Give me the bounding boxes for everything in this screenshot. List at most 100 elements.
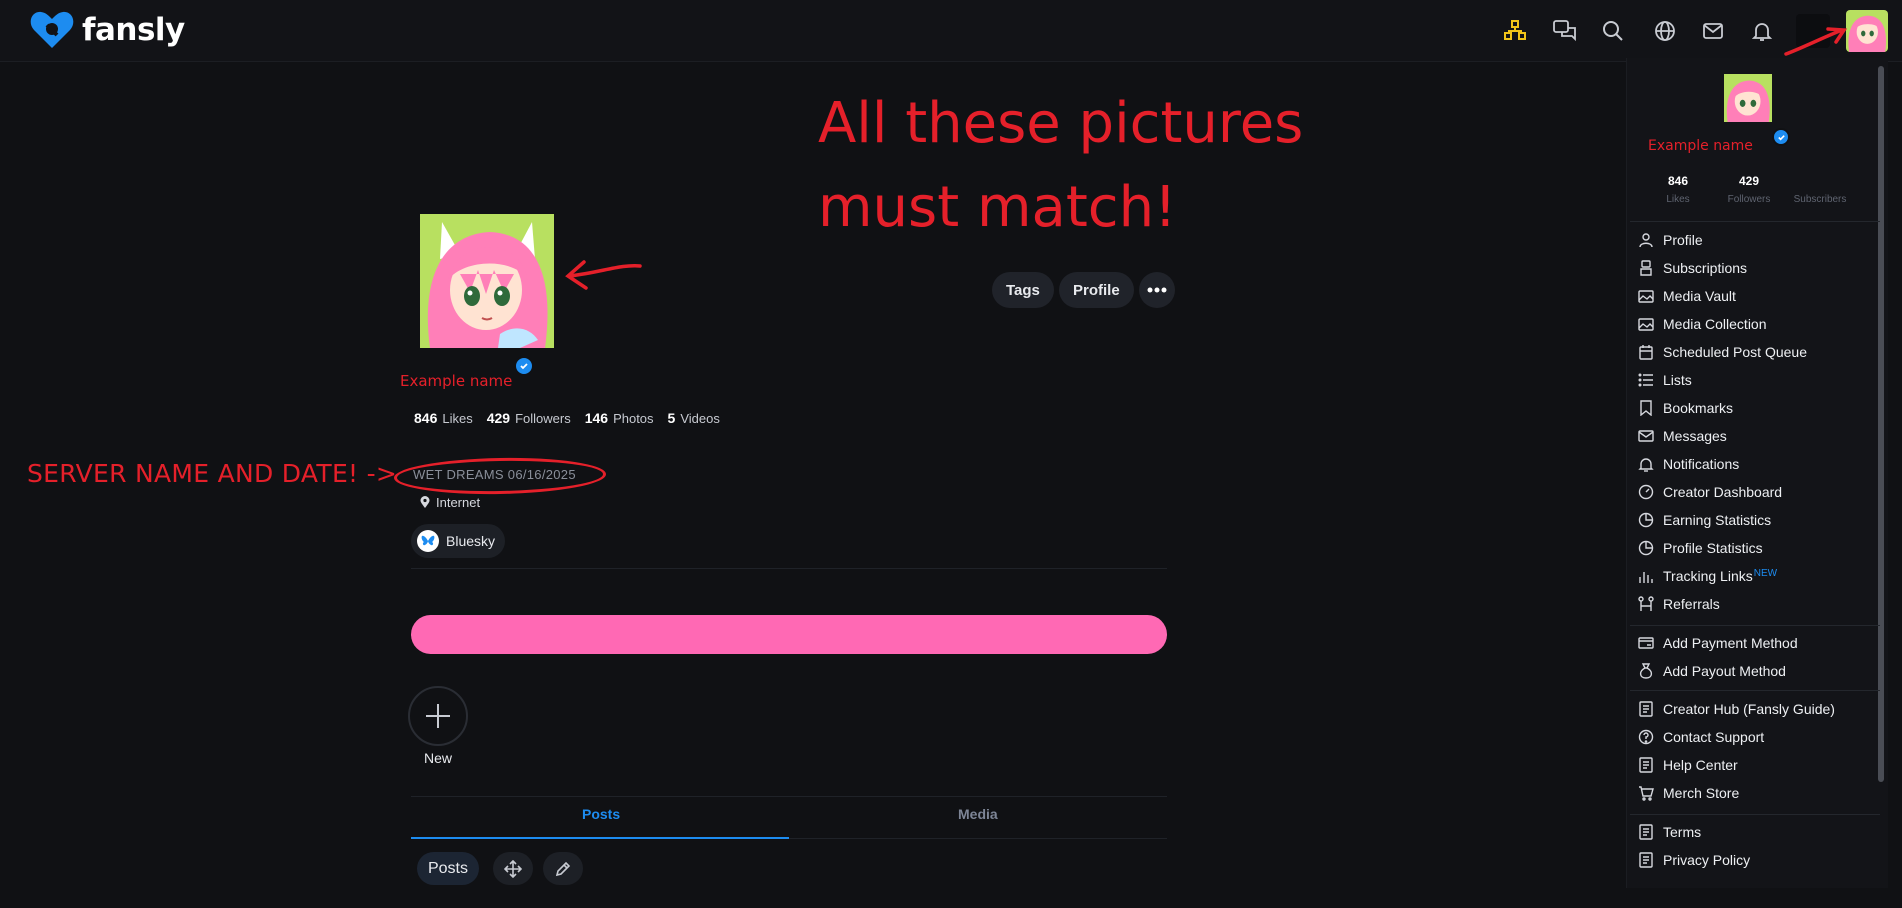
- menu-stat-subscribers[interactable]: Subscribers: [1785, 174, 1855, 205]
- menu-item-label: Merch Store: [1663, 785, 1740, 801]
- tags-button[interactable]: Tags: [992, 272, 1054, 308]
- profile-name: Example name: [400, 372, 513, 390]
- card-icon: [1638, 635, 1654, 651]
- ellipsis-icon: [1147, 287, 1167, 293]
- menu-item-contact-support[interactable]: Contact Support: [1638, 725, 1878, 749]
- reorder-button[interactable]: [493, 852, 533, 885]
- menu-stat-followers[interactable]: 429 Followers: [1714, 174, 1784, 205]
- subscriptions-icon: [1638, 260, 1654, 276]
- menu-item-notifications[interactable]: Notifications: [1638, 452, 1878, 476]
- menu-stat-likes: 846 Likes: [1666, 174, 1690, 205]
- menu-item-help-center[interactable]: Help Center: [1638, 753, 1878, 777]
- bookmark-icon: [1638, 400, 1654, 416]
- menu-item-add-payment-method[interactable]: Add Payment Method: [1638, 631, 1878, 655]
- menu-item-label: Messages: [1663, 428, 1727, 444]
- document-icon: [1638, 824, 1654, 840]
- plus-icon: [426, 704, 450, 728]
- menu-item-add-payout-method[interactable]: Add Payout Method: [1638, 659, 1878, 683]
- menu-item-label: Earning Statistics: [1663, 512, 1772, 528]
- avatar[interactable]: [1846, 10, 1888, 52]
- pencil-icon: [555, 861, 571, 876]
- menu-item-bookmarks[interactable]: Bookmarks: [1638, 396, 1878, 420]
- search-icon[interactable]: [1598, 16, 1628, 46]
- calendar-icon: [1638, 344, 1654, 360]
- menu-item-merch-store[interactable]: Merch Store: [1638, 781, 1878, 805]
- menu-item-media-collection[interactable]: Media Collection: [1638, 312, 1878, 336]
- menu-scrollbar[interactable]: [1878, 66, 1884, 782]
- cart-icon: [1638, 785, 1654, 801]
- move-icon: [504, 859, 522, 878]
- stat-followers[interactable]: 429 Followers: [487, 410, 571, 426]
- bell-icon[interactable]: [1747, 16, 1777, 46]
- menu-item-tracking-links[interactable]: Tracking LinksNEW: [1638, 564, 1878, 588]
- stat-photos[interactable]: 146 Photos: [585, 410, 654, 426]
- menu-item-label: Referrals: [1663, 596, 1720, 612]
- logo-text: fansly: [82, 12, 185, 48]
- image-icon: [1638, 288, 1654, 304]
- dashboard-icon: [1638, 484, 1654, 500]
- menu-item-label: Terms: [1663, 824, 1702, 840]
- more-options-button[interactable]: [1139, 272, 1175, 308]
- posts-filter-button[interactable]: Posts: [417, 852, 479, 885]
- menu-item-terms[interactable]: Terms: [1638, 820, 1878, 844]
- tab-media[interactable]: Media: [958, 806, 998, 822]
- menu-avatar[interactable]: [1724, 74, 1772, 122]
- location-text: Internet: [436, 495, 481, 510]
- pink-banner-bar[interactable]: [411, 615, 1167, 654]
- document-icon: [1638, 852, 1654, 868]
- menu-item-label: Media Collection: [1663, 316, 1767, 332]
- menu-item-profile-statistics[interactable]: Profile Statistics: [1638, 536, 1878, 560]
- annotation-server-label: SERVER NAME AND DATE! ->: [27, 459, 398, 488]
- bluesky-link[interactable]: Bluesky: [411, 524, 506, 558]
- document-icon: [1638, 757, 1654, 773]
- document-icon: [1638, 701, 1654, 717]
- menu-item-earning-statistics[interactable]: Earning Statistics: [1638, 508, 1878, 532]
- menu-item-profile[interactable]: Profile: [1638, 228, 1878, 252]
- annotation-ellipse: [393, 456, 607, 496]
- mail-icon[interactable]: [1698, 16, 1728, 46]
- menu-item-privacy-policy[interactable]: Privacy Policy: [1638, 848, 1878, 872]
- menu-item-label: Creator Dashboard: [1663, 484, 1783, 500]
- bluesky-label: Bluesky: [446, 533, 496, 549]
- menu-item-scheduled-post-queue[interactable]: Scheduled Post Queue: [1638, 340, 1878, 364]
- edit-button[interactable]: [543, 852, 583, 885]
- annotation-arrow-top: [1784, 27, 1848, 56]
- menu-item-label: Lists: [1663, 372, 1692, 388]
- question-icon: [1638, 729, 1654, 745]
- menu-item-subscriptions[interactable]: Subscriptions: [1638, 256, 1878, 280]
- chat-icon[interactable]: [1550, 16, 1580, 46]
- tab-posts[interactable]: Posts: [582, 806, 620, 822]
- annotation-pictures-match: All these pictures must match!: [818, 91, 1304, 240]
- menu-divider: [1630, 690, 1880, 691]
- menu-item-media-vault[interactable]: Media Vault: [1638, 284, 1878, 308]
- menu-item-creator-dashboard[interactable]: Creator Dashboard: [1638, 480, 1878, 504]
- menu-item-label: Profile: [1663, 232, 1703, 248]
- new-story-label: New: [424, 750, 453, 766]
- menu-profile-name: Example name: [1648, 138, 1753, 154]
- pie-chart-icon: [1638, 512, 1654, 528]
- location: Internet: [420, 495, 480, 510]
- new-story-button[interactable]: [408, 686, 468, 746]
- verified-badge-icon: [514, 356, 534, 376]
- menu-item-lists[interactable]: Lists: [1638, 368, 1878, 392]
- profile-stats: 846 Likes 429 Followers 146 Photos 5 Videos: [414, 410, 720, 426]
- menu-item-referrals[interactable]: Referrals: [1638, 592, 1878, 616]
- menu-divider: [1630, 221, 1880, 222]
- menu-item-label: Tracking LinksNEW: [1663, 568, 1778, 584]
- profile-picture[interactable]: [420, 214, 554, 348]
- menu-item-label: Scheduled Post Queue: [1663, 344, 1807, 360]
- pie-chart-icon: [1638, 540, 1654, 556]
- globe-icon[interactable]: [1650, 16, 1680, 46]
- menu-item-messages[interactable]: Messages: [1638, 424, 1878, 448]
- divider: [411, 796, 1167, 797]
- profile-button[interactable]: Profile: [1059, 272, 1134, 308]
- fansly-logo[interactable]: fansly: [28, 10, 185, 50]
- menu-item-label: Creator Hub (Fansly Guide): [1663, 701, 1835, 717]
- location-pin-icon: [420, 496, 430, 508]
- menu-item-creator-hub-fansly-guide[interactable]: Creator Hub (Fansly Guide): [1638, 697, 1878, 721]
- heart-logo-icon: [30, 11, 74, 48]
- stat-videos[interactable]: 5 Videos: [668, 410, 720, 426]
- menu-item-label: Notifications: [1663, 456, 1740, 472]
- creator-tiers-icon[interactable]: [1500, 16, 1530, 46]
- menu-verified-badge-icon: [1772, 128, 1790, 146]
